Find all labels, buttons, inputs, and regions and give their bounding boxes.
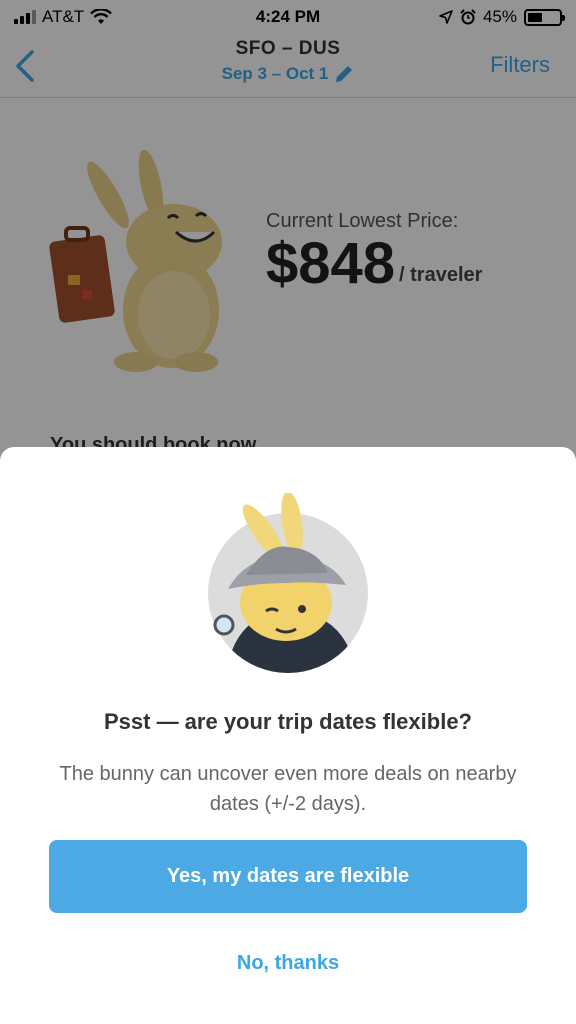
- flexible-dates-yes-button[interactable]: Yes, my dates are flexible: [49, 840, 527, 913]
- no-thanks-button[interactable]: No, thanks: [188, 943, 388, 983]
- detective-bunny-icon: [208, 493, 368, 673]
- modal-title: Psst — are your trip dates flexible?: [103, 709, 472, 734]
- modal-body: The bunny can uncover even more deals on…: [59, 763, 517, 815]
- flexible-dates-modal: Psst — are your trip dates flexible? The…: [0, 447, 576, 1024]
